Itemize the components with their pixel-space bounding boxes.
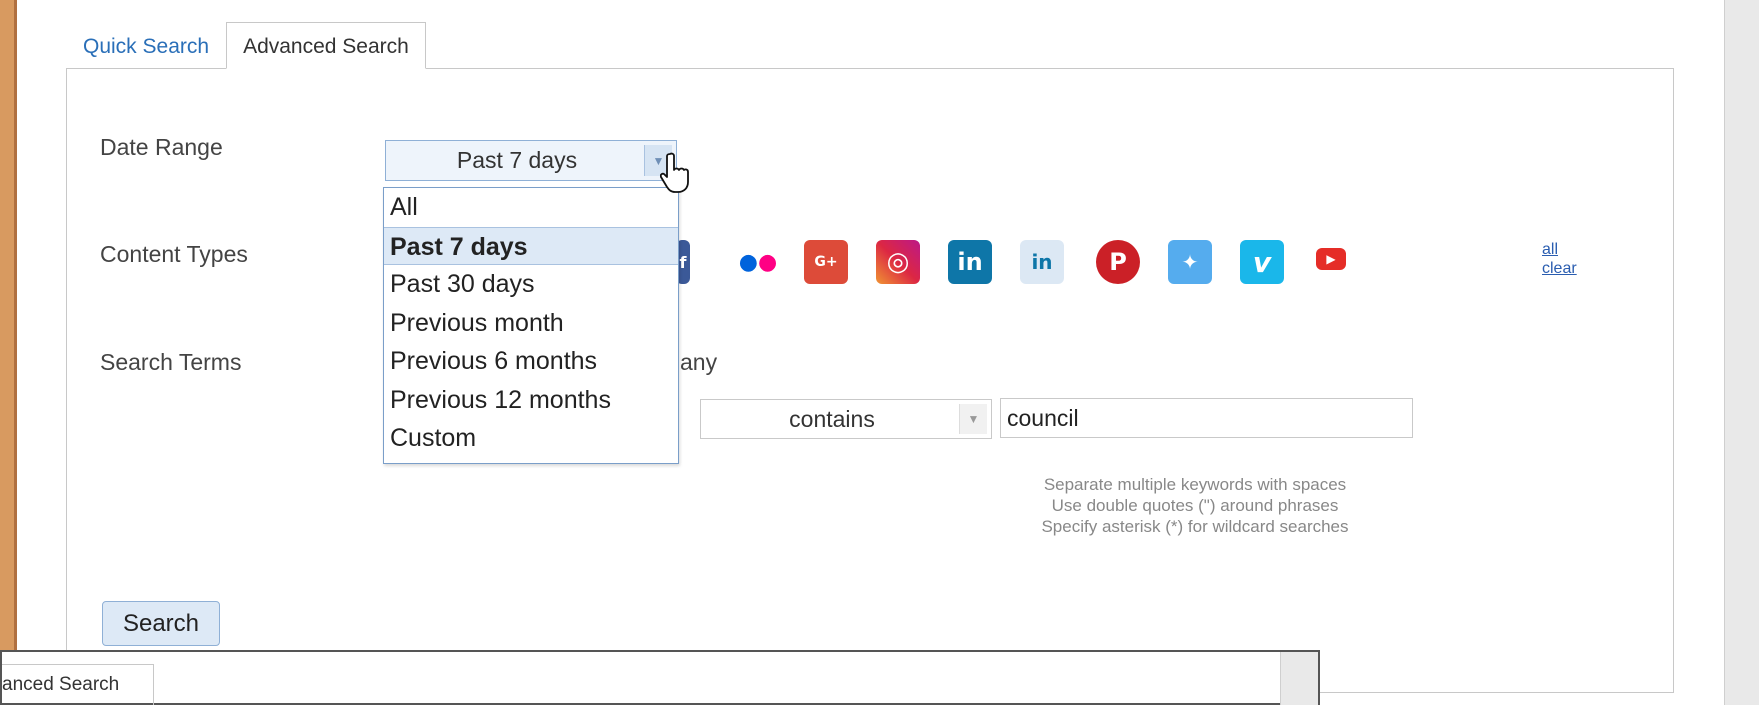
option-past-30-days[interactable]: Past 30 days [384, 265, 678, 304]
match-any-label: any [680, 349, 718, 375]
linkedin-icon[interactable]: in [948, 240, 992, 284]
flickr-icon[interactable]: ● ● [736, 240, 780, 284]
condition-select[interactable]: contains ▼ [700, 399, 992, 439]
hint-line: Use double quotes (") around phrases [1051, 496, 1339, 515]
option-previous-12-months[interactable]: Previous 12 months [384, 381, 678, 420]
keyword-input[interactable]: council [1000, 398, 1413, 438]
search-button[interactable]: Search [102, 601, 220, 646]
search-hints: Separate multiple keywords with spaces U… [980, 474, 1410, 537]
linkedin-pages-icon[interactable]: in [1020, 240, 1064, 284]
clear-link[interactable]: clear [1542, 259, 1577, 278]
date-range-select[interactable]: Past 7 days ▼ [385, 140, 677, 181]
option-all[interactable]: All [384, 188, 678, 227]
date-range-label: Date Range [100, 134, 223, 160]
tab-advanced-search[interactable]: Advanced Search [226, 22, 426, 69]
content-types-label: Content Types [100, 241, 248, 267]
all-link[interactable]: all [1542, 240, 1577, 259]
date-range-value: Past 7 days [456, 147, 578, 173]
date-range-dropdown: All Past 7 days Past 30 days Previous mo… [383, 187, 679, 464]
overlay-scrollbar[interactable] [1280, 652, 1318, 705]
hint-line: Separate multiple keywords with spaces [1043, 475, 1347, 494]
search-terms-label: Search Terms [100, 349, 242, 375]
youtube-icon[interactable]: ▶ [1316, 248, 1346, 270]
condition-value: contains [789, 406, 875, 432]
search-tabs: Quick Search Advanced Search [66, 22, 426, 69]
vimeo-icon[interactable]: v [1240, 240, 1284, 284]
overlay-window: anced Search [0, 650, 1320, 705]
option-previous-6-months[interactable]: Previous 6 months [384, 342, 678, 381]
pinterest-icon[interactable]: P [1096, 240, 1140, 284]
selection-links: all clear [1542, 240, 1577, 278]
hint-line: Specify asterisk (*) for wildcard search… [1041, 517, 1349, 536]
instagram-icon[interactable]: ◎ [876, 240, 920, 284]
chevron-down-icon[interactable]: ▼ [959, 404, 987, 434]
google-plus-icon[interactable]: G+ [804, 240, 848, 284]
overlay-tab-advanced-search[interactable]: anced Search [2, 664, 154, 705]
option-past-7-days[interactable]: Past 7 days [384, 226, 678, 265]
twitter-icon[interactable]: ✦ [1168, 240, 1212, 284]
hand-cursor-icon [660, 152, 689, 193]
tab-quick-search[interactable]: Quick Search [66, 22, 226, 69]
vertical-scrollbar[interactable] [1724, 0, 1759, 705]
option-custom[interactable]: Custom [384, 419, 678, 458]
option-previous-month[interactable]: Previous month [384, 304, 678, 343]
advanced-search-panel [66, 68, 1674, 693]
